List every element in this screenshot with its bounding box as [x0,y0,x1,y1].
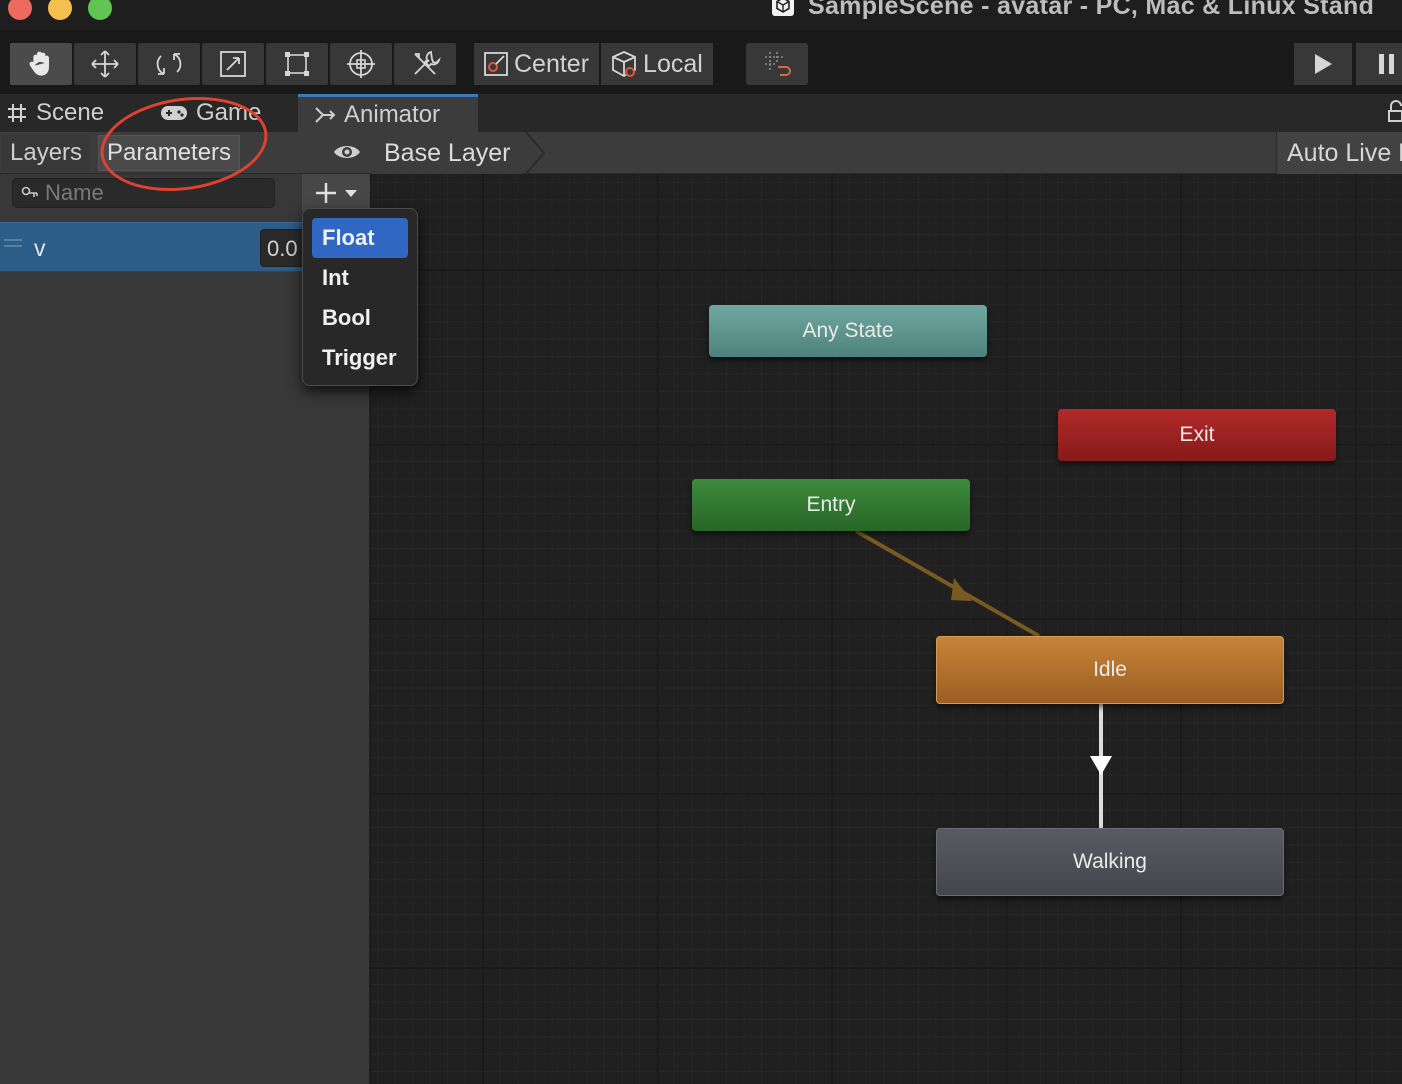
window-title: SampleScene - avatar - PC, Mac & Linux S… [808,0,1375,20]
chevron-down-icon [345,190,357,197]
pivot-local-button[interactable]: Local [601,43,713,85]
idle-to-walking-arrow-icon [1090,756,1112,775]
title-bar: SampleScene - avatar - PC, Mac & Linux S… [0,0,1402,30]
rotate-tool-button[interactable] [138,43,200,85]
breadcrumb-chevron-icon [525,132,546,174]
eye-icon[interactable] [332,140,362,164]
local-space-icon [612,51,636,78]
pivot-center-label: Center [514,49,590,78]
search-icon [21,186,38,197]
auto-live-link-toggle[interactable]: Auto Live L [1276,132,1402,174]
rect-tool-button[interactable] [266,43,328,85]
scale-tool-button[interactable] [202,43,264,85]
plus-icon [316,183,336,203]
menu-item-trigger[interactable]: Trigger [312,338,408,378]
grid-snap-icon [765,52,791,76]
tab-scene[interactable]: Scene [6,94,104,132]
unity-logo-icon [772,0,794,16]
state-walking[interactable]: Walking [936,828,1284,896]
close-window-button[interactable] [8,0,32,20]
layers-tab[interactable]: Layers [2,135,91,171]
rect-icon [285,52,309,76]
pause-button[interactable] [1356,43,1402,85]
pivot-toggles: Center Local [474,43,713,85]
drag-handle-icon[interactable] [4,239,22,247]
custom-tool-icon [414,50,441,75]
add-parameter-button[interactable] [302,174,370,212]
parameter-name[interactable]: v [34,235,46,262]
minimize-window-button[interactable] [48,0,72,20]
transform-icon [347,50,375,78]
menu-item-int[interactable]: Int [312,258,408,298]
hand-tool-button[interactable] [10,43,72,85]
parameter-type-menu: Float Int Bool Trigger [302,208,418,386]
tab-animator-label: Animator [344,100,441,128]
tab-animator[interactable]: Animator [298,94,478,132]
animator-icon [315,106,336,123]
move-tool-button[interactable] [74,43,136,85]
scale-icon [220,51,246,77]
menu-item-float[interactable]: Float [312,218,408,258]
state-idle[interactable]: Idle [936,636,1284,704]
menu-item-bool[interactable]: Bool [312,298,408,338]
entry-to-idle-arrow-icon [951,578,972,601]
pivot-local-label: Local [643,49,703,78]
hand-icon [29,51,49,76]
lock-icon[interactable] [1388,100,1402,122]
tab-scene-label: Scene [36,99,105,126]
pause-icon [1379,54,1394,74]
breadcrumb-base-layer[interactable]: Base Layer [372,132,523,174]
state-any-state[interactable]: Any State [709,305,987,357]
pivot-center-button[interactable]: Center [474,43,600,85]
play-button[interactable] [1294,43,1352,85]
scene-hash-icon [8,104,26,122]
state-exit[interactable]: Exit [1058,409,1336,461]
zoom-window-button[interactable] [88,0,112,20]
move-icon [91,50,119,78]
custom-tool-button[interactable] [394,43,456,85]
rotate-icon [156,53,182,75]
transform-tools [10,43,456,85]
animator-graph[interactable]: Any State Exit Entry Idle Walking [371,174,1402,1084]
transform-tool-button[interactable] [330,43,392,85]
entry-to-idle-transition[interactable] [855,529,1040,638]
grid-snap-button[interactable] [746,43,808,85]
pivot-center-icon [484,52,508,76]
play-icon [1315,54,1332,74]
state-entry[interactable]: Entry [692,479,970,531]
main-toolbar: Center Local [0,30,1402,94]
